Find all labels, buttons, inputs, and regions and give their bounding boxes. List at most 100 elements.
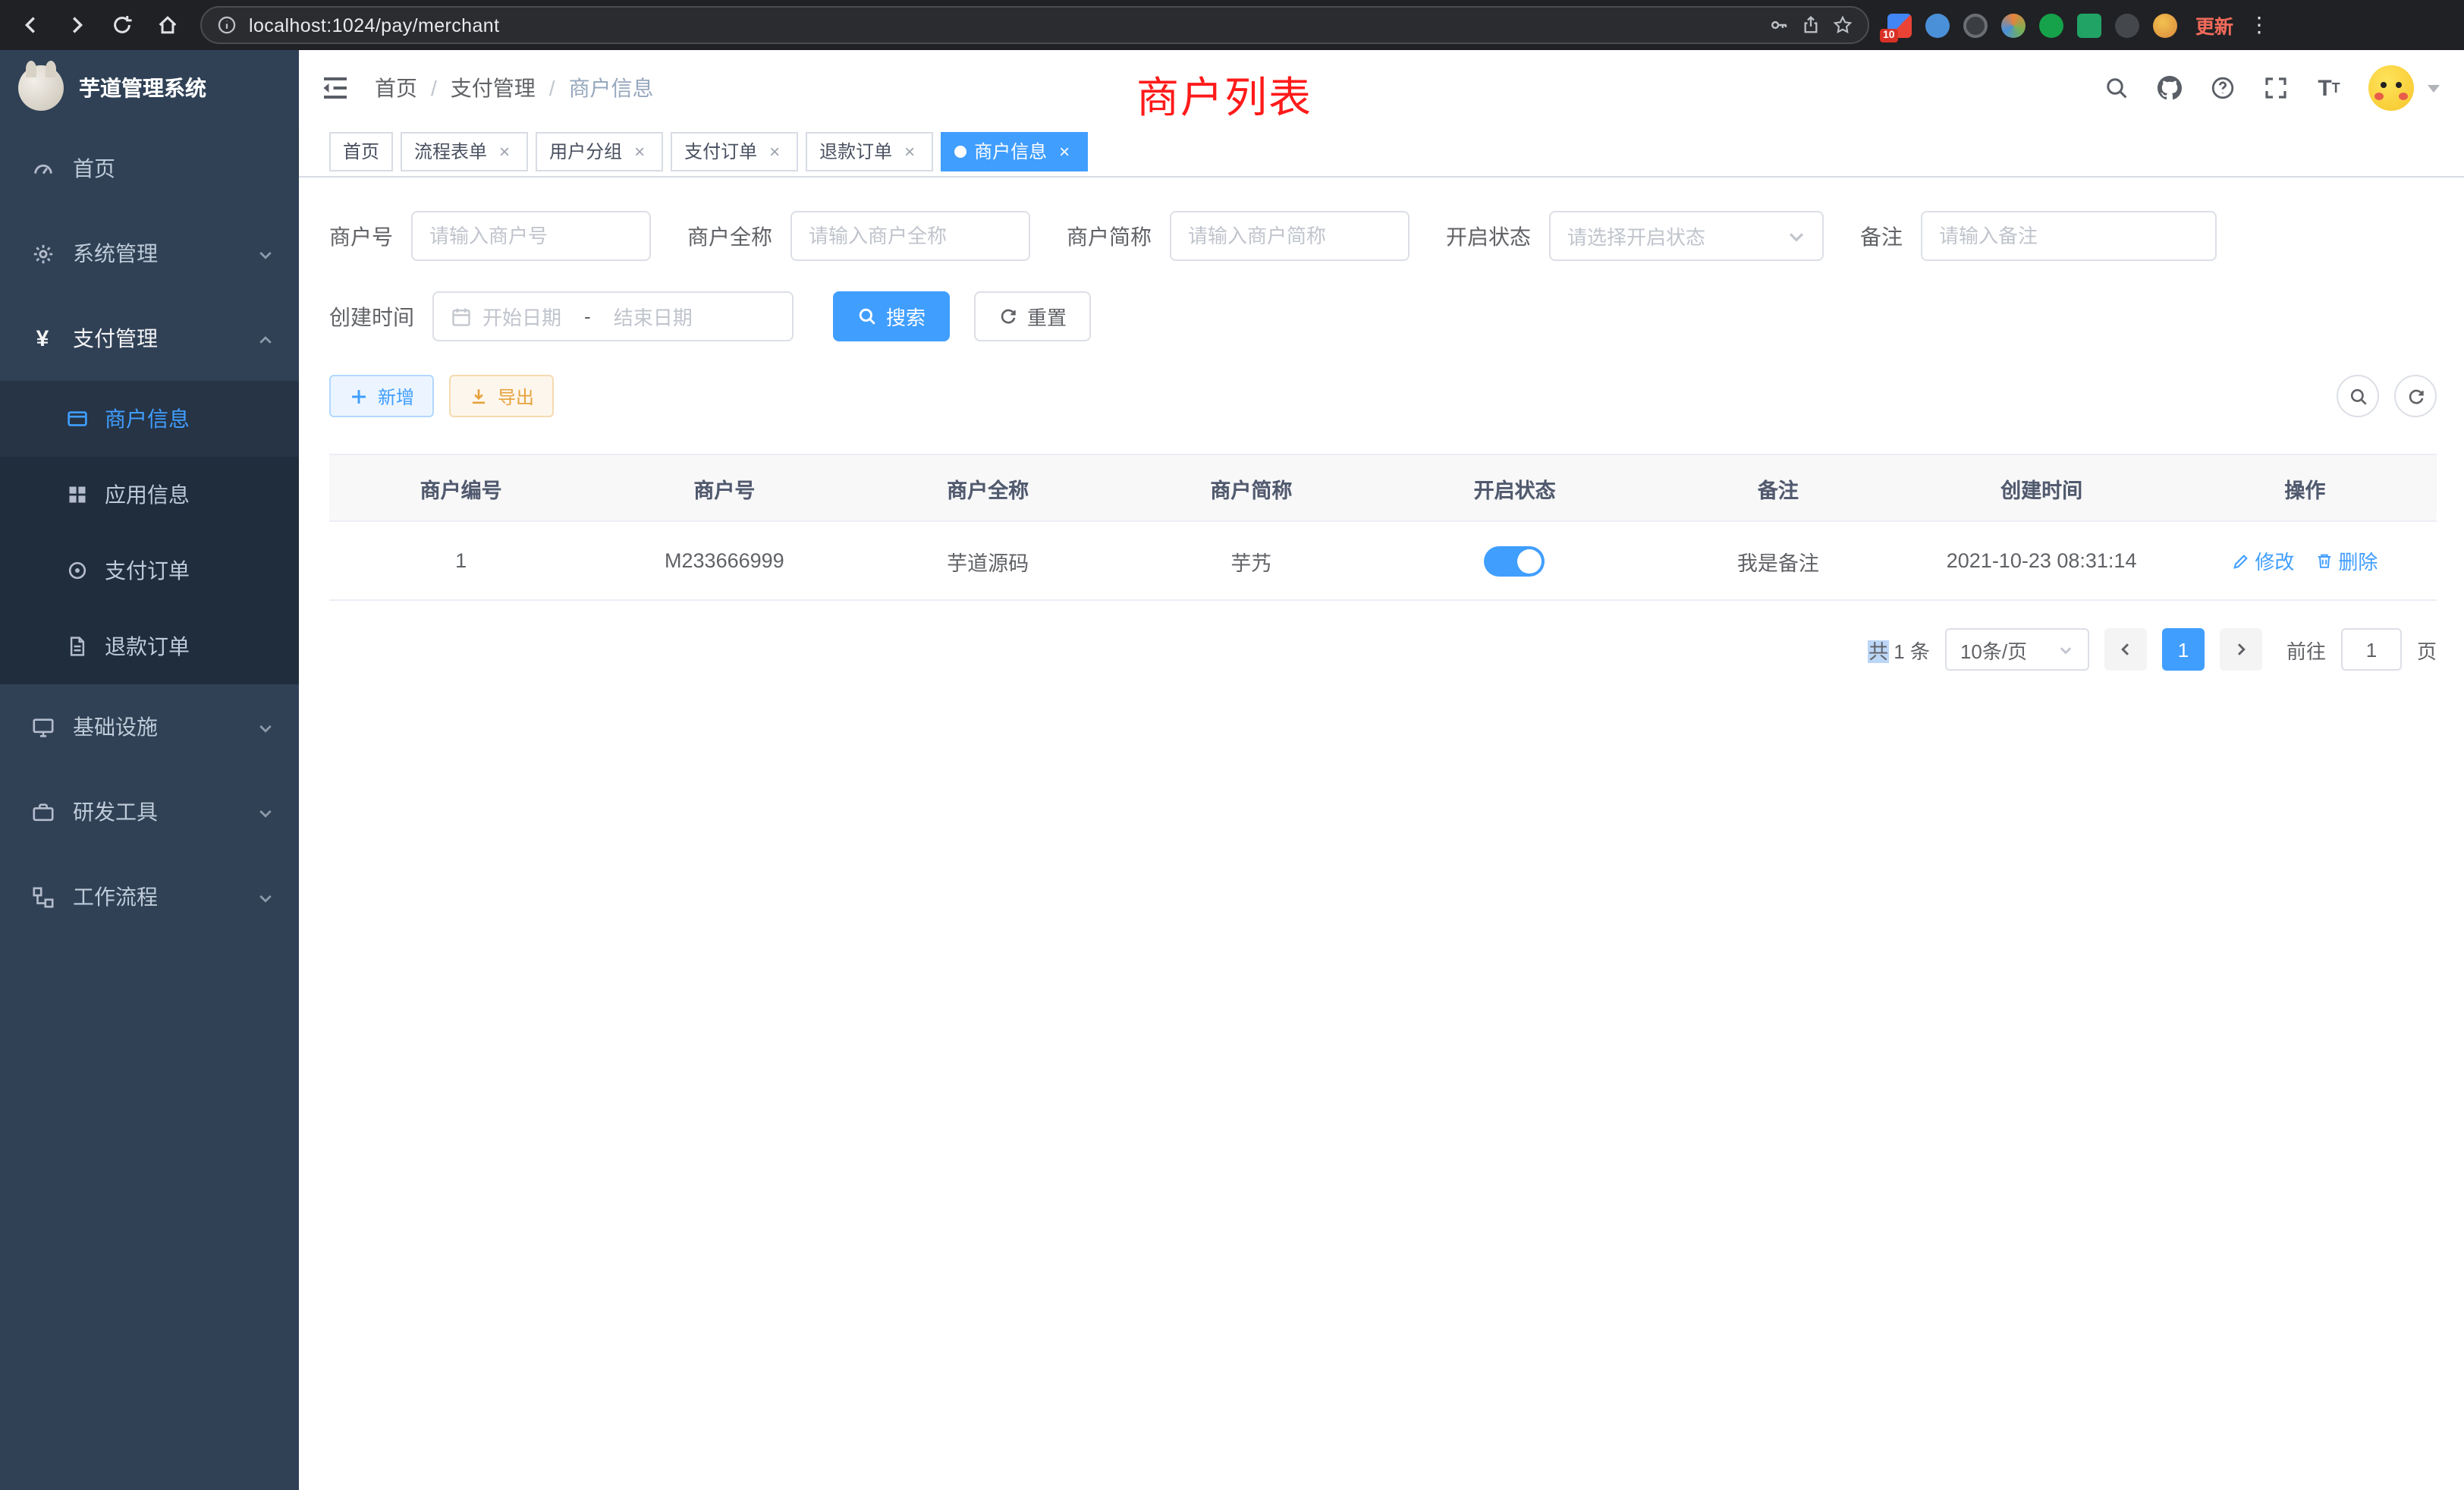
table-header-创建时间: 创建时间 [1910,454,2173,521]
tab-close-icon[interactable]: × [765,141,784,161]
url-text[interactable]: localhost:1024/pay/merchant [249,14,1757,36]
sidebar-item-研发工具[interactable]: 研发工具 [0,769,299,854]
date-range-picker[interactable]: 开始日期 - 结束日期 [432,291,794,341]
card-icon [67,407,90,430]
hamburger-icon[interactable] [320,73,350,103]
prev-page-button[interactable] [2104,628,2147,671]
page-number-button[interactable]: 1 [2162,628,2205,671]
sidebar-item-首页[interactable]: 首页 [0,126,299,211]
breadcrumb-item: 商户信息 [569,73,654,103]
sidebar-item-工作流程[interactable]: 工作流程 [0,854,299,939]
browser-update-button[interactable]: 更新 [2195,11,2233,39]
sidebar-logo[interactable]: 芋道管理系统 [0,50,299,126]
filter-input[interactable] [1939,225,2198,247]
table-header-商户简称: 商户简称 [1120,454,1383,521]
goto-page-input[interactable] [2341,628,2402,671]
filter-label: 商户号 [329,221,393,251]
back-icon[interactable] [12,7,49,43]
fullscreen-icon[interactable] [2262,74,2290,102]
sidebar-item-系统管理[interactable]: 系统管理 [0,211,299,296]
key-icon[interactable] [1769,15,1789,35]
tab-close-icon[interactable]: × [1054,141,1074,161]
reset-button[interactable]: 重置 [974,291,1091,341]
breadcrumb-item[interactable]: 支付管理 [451,73,536,103]
table-header-开启状态: 开启状态 [1383,454,1646,521]
reload-icon[interactable] [103,7,140,43]
chevron-down-icon [1786,226,1806,246]
filter-row-2: 创建时间 开始日期 - 结束日期 搜索 重置 [329,291,2437,341]
tab-商户信息[interactable]: 商户信息× [941,131,1088,171]
tab-close-icon[interactable]: × [630,141,649,161]
help-icon[interactable] [2209,74,2236,102]
info-icon[interactable] [217,15,237,35]
export-button[interactable]: 导出 [449,375,554,417]
content: 商户号商户全称商户简称开启状态请选择开启状态备注 创建时间 开始日期 - 结束日… [299,178,2464,1490]
next-page-button[interactable] [2220,628,2262,671]
extension-icon[interactable] [2001,13,2026,37]
home-icon[interactable] [149,7,185,43]
filter-input[interactable] [1188,225,1391,247]
filter-input-商户全称[interactable] [790,211,1030,261]
extension-icon[interactable]: 10 [1887,13,1912,37]
filter-input[interactable] [429,225,633,247]
table-cell-status [1383,521,1646,600]
extension-icon[interactable] [2115,13,2139,37]
tab-流程表单[interactable]: 流程表单× [401,131,528,171]
filter-input-备注[interactable] [1921,211,2217,261]
tab-close-icon[interactable]: × [900,141,919,161]
share-icon[interactable] [1801,15,1821,35]
avatar[interactable] [2368,65,2414,111]
page-size-select[interactable]: 10条/页 [1945,628,2089,671]
search-icon [857,306,877,326]
filter-input-商户简称[interactable] [1170,211,1410,261]
extension-icon[interactable] [1963,13,1988,37]
tab-close-icon[interactable]: × [495,141,514,161]
page-unit-label: 页 [2417,635,2437,664]
chevron-left-icon [2117,640,2135,659]
github-icon[interactable] [2156,74,2183,102]
browser-menu-icon[interactable]: ⋮ [2242,12,2276,38]
refresh-table-button[interactable] [2394,375,2437,417]
search-button[interactable]: 搜索 [833,291,950,341]
start-date-placeholder[interactable]: 开始日期 [482,302,561,331]
filter-label: 商户简称 [1067,221,1152,251]
tab-用户分组[interactable]: 用户分组× [536,131,663,171]
filter-field-备注: 备注 [1860,211,2217,261]
status-toggle[interactable] [1485,545,1545,576]
tab-退款订单[interactable]: 退款订单× [806,131,933,171]
delete-button[interactable]: 删除 [2315,546,2378,575]
toggle-search-button[interactable] [2337,375,2379,417]
sidebar-item-支付管理[interactable]: ¥支付管理 [0,296,299,381]
profile-avatar[interactable] [2153,13,2177,37]
filter-input-商户号[interactable] [411,211,651,261]
breadcrumb-item[interactable]: 首页 [375,73,417,103]
address-bar[interactable]: localhost:1024/pay/merchant [200,6,1869,44]
sidebar-subitem-应用信息[interactable]: 应用信息 [0,457,299,533]
search-icon[interactable] [2103,74,2130,102]
date-separator: - [572,305,603,328]
add-button[interactable]: 新增 [329,375,434,417]
sidebar-item-label: 首页 [73,153,275,184]
sidebar-subitem-退款订单[interactable]: 退款订单 [0,608,299,684]
sidebar-subitem-支付订单[interactable]: 支付订单 [0,533,299,608]
sidebar-item-基础设施[interactable]: 基础设施 [0,684,299,769]
table-cell: 我是备注 [1646,521,1909,600]
edit-button[interactable]: 修改 [2232,546,2294,575]
table-header-商户编号: 商户编号 [329,454,592,521]
chevron-right-icon [2232,640,2250,659]
end-date-placeholder[interactable]: 结束日期 [614,302,693,331]
tab-支付订单[interactable]: 支付订单× [671,131,798,171]
status-select[interactable]: 请选择开启状态 [1549,211,1824,261]
extension-icon[interactable] [1925,13,1950,37]
filter-input[interactable] [809,225,1012,247]
avatar-caret-icon[interactable] [2428,84,2440,92]
extension-icon[interactable] [2077,13,2101,37]
fontsize-icon[interactable]: TT [2315,74,2343,102]
forward-icon[interactable] [58,7,94,43]
tab-label: 首页 [343,138,379,164]
sidebar-subitem-label: 退款订单 [105,631,190,662]
extension-icon[interactable] [2039,13,2063,37]
star-icon[interactable] [1833,15,1853,35]
tab-首页[interactable]: 首页 [329,131,393,171]
sidebar-subitem-商户信息[interactable]: 商户信息 [0,381,299,457]
